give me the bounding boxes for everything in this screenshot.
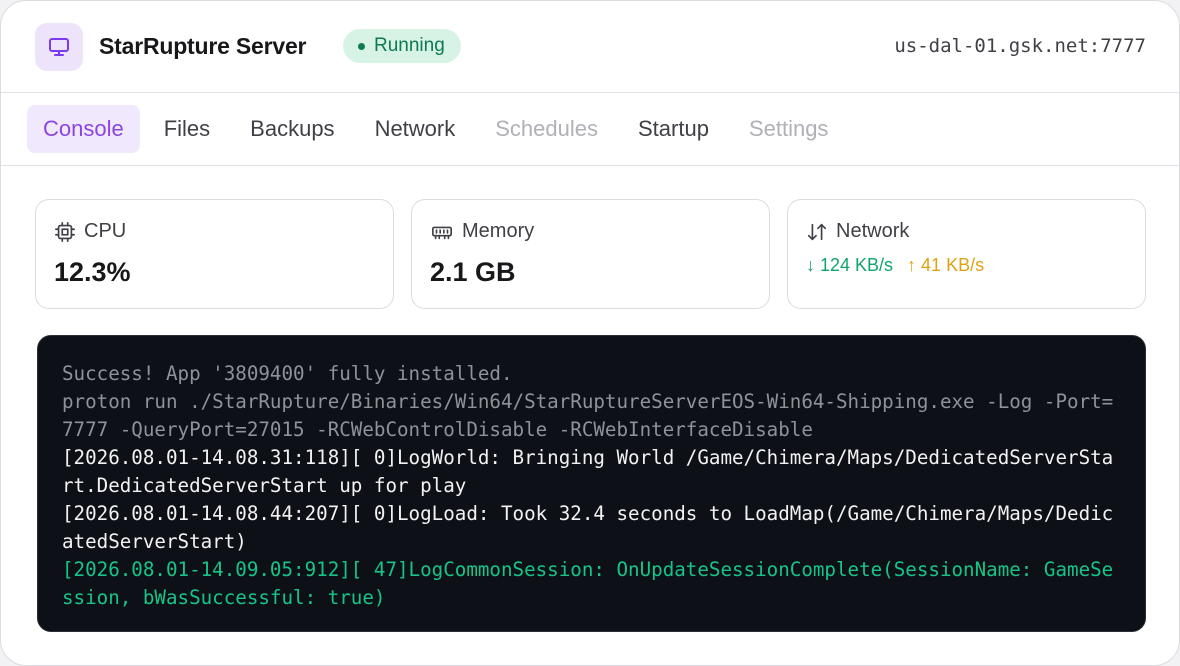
status-badge: Running [343, 29, 461, 63]
server-panel: StarRupture Server Running us-dal-01.gsk… [0, 0, 1180, 666]
tab-settings: Settings [748, 116, 829, 141]
network-download-rate: ↓ 124 KB/s [806, 255, 894, 275]
tab-bar: Console Files Backups Network Schedules … [27, 105, 852, 153]
server-name: StarRupture Server [99, 33, 307, 59]
cpu-label: CPU [84, 220, 127, 242]
cpu-value: 12.3% [54, 257, 131, 287]
tab-backups[interactable]: Backups [234, 105, 350, 153]
server-address: us-dal-01.gsk.net:7777 [894, 35, 1146, 57]
console-output[interactable]: Success! App '3809400' fully installed. … [37, 335, 1146, 632]
cpu-card-header: CPU [54, 220, 126, 243]
network-rates: ↓ 124 KB/s ↑ 41 KB/s [806, 255, 984, 276]
memory-value: 2.1 GB [430, 257, 516, 287]
tabs-divider [1, 165, 1179, 166]
memory-card-header: Memory [430, 220, 534, 243]
tab-files[interactable]: Files [148, 105, 226, 153]
monitor-icon [35, 23, 83, 71]
server-header: StarRupture Server Running us-dal-01.gsk… [1, 1, 1179, 93]
tab-network[interactable]: Network [359, 105, 472, 153]
log-line: [2026.08.01-14.09.05:912][ 47]LogCommonS… [62, 558, 1114, 609]
cpu-icon [55, 221, 75, 242]
log-line: Success! App '3809400' fully installed. [62, 362, 513, 385]
network-card: Network ↓ 124 KB/s ↑ 41 KB/s [787, 199, 1146, 309]
header-divider [1, 92, 1179, 93]
status-dot-icon [358, 42, 365, 50]
tab-startup[interactable]: Startup [622, 105, 725, 153]
log-line: proton run ./StarRupture/Binaries/Win64/… [62, 390, 1114, 441]
memory-label: Memory [462, 220, 535, 242]
network-card-header: Network [806, 220, 909, 243]
memory-card: Memory 2.1 GB [411, 199, 770, 309]
network-upload-rate: ↑ 41 KB/s [907, 255, 985, 275]
cpu-card: CPU 12.3% [35, 199, 394, 309]
network-label: Network [836, 220, 910, 242]
tab-console[interactable]: Console [27, 105, 140, 153]
log-line: [2026.08.01-14.08.31:118][ 0]LogWorld: B… [62, 446, 1114, 497]
arrows-up-down-icon [807, 223, 827, 240]
status-label: Running [374, 35, 445, 56]
memory-icon [432, 226, 452, 239]
log-line: [2026.08.01-14.08.44:207][ 0]LogLoad: To… [62, 502, 1114, 553]
tab-schedules: Schedules [495, 116, 598, 141]
